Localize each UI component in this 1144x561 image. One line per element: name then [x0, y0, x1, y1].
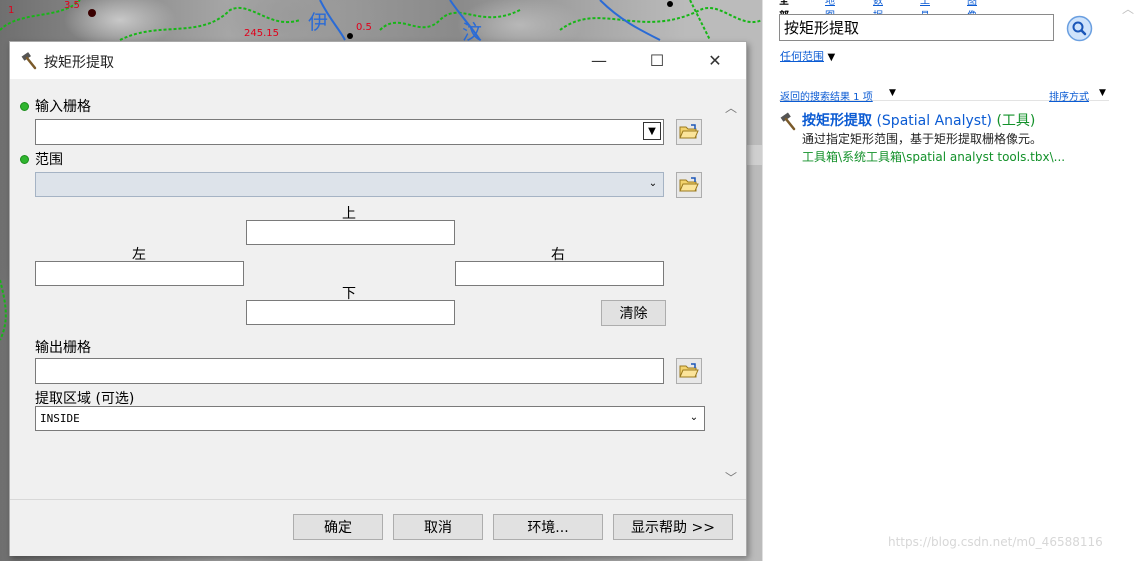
scope-label: 任何范围: [780, 50, 824, 63]
extent-label: 范围: [35, 152, 63, 168]
result-path[interactable]: 工具箱\系统工具箱\spatial analyst tools.tbx\...: [802, 148, 1065, 165]
required-indicator-icon: [20, 102, 29, 111]
extent-field[interactable]: [36, 173, 663, 196]
output-raster-input[interactable]: [35, 358, 664, 384]
extraction-area-label: 提取区域 (可选): [35, 391, 135, 407]
result-kind: (工具): [996, 113, 1036, 129]
output-raster-label: 输出栅格: [35, 340, 91, 356]
pane-divider: [762, 0, 763, 561]
dialog-titlebar[interactable]: 按矩形提取 — ☐ ✕: [10, 42, 746, 79]
chevron-down-icon: ▼: [1099, 88, 1106, 98]
results-count[interactable]: 返回的搜索结果 1 项: [780, 88, 873, 103]
chevron-down-icon: ▼: [889, 88, 896, 98]
browse-extent-button[interactable]: [676, 172, 702, 198]
dialog-title: 按矩形提取: [44, 55, 114, 71]
chevron-down-icon[interactable]: ⌄: [686, 409, 702, 425]
extraction-area-select[interactable]: ⌄: [35, 406, 705, 431]
scroll-up-icon[interactable]: ︿: [724, 99, 738, 115]
chevron-down-icon[interactable]: ▼: [643, 122, 661, 140]
hammer-icon: [778, 112, 798, 132]
map-place-label: 伊: [308, 10, 328, 34]
parameters-panel: 输入栅格 ▼ 范围 ⌄ 上 左 右 下 清除 输出栅格 提取区域 (可选) IN…: [12, 79, 718, 499]
map-label: 245.15: [244, 28, 279, 39]
chevron-down-icon[interactable]: ⌄: [645, 175, 661, 191]
chevron-up-icon[interactable]: ︿: [1118, 0, 1138, 16]
extent-top-input[interactable]: [246, 220, 455, 245]
minimize-button[interactable]: —: [570, 42, 628, 79]
extraction-area-value[interactable]: [36, 407, 704, 430]
search-input[interactable]: [780, 15, 1053, 40]
map-label: 3.5: [64, 0, 80, 11]
cancel-button[interactable]: 取消: [393, 514, 483, 540]
search-icon[interactable]: [1066, 15, 1093, 42]
hammer-icon: [20, 52, 38, 70]
extent-left-field[interactable]: [36, 262, 243, 285]
close-icon: ✕: [708, 51, 722, 70]
watermark-text: https://blog.csdn.net/m0_46588116: [888, 535, 1103, 549]
maximize-button[interactable]: ☐: [628, 42, 686, 79]
search-input-box[interactable]: [779, 14, 1054, 41]
input-raster-combo[interactable]: ▼: [35, 119, 664, 145]
extent-top-field[interactable]: [247, 221, 454, 244]
input-raster-label: 输入栅格: [35, 99, 91, 115]
search-result-item[interactable]: 按矩形提取 (Spatial Analyst) (工具): [802, 110, 1035, 130]
show-help-button[interactable]: 显示帮助 >>: [613, 514, 733, 540]
extract-by-rectangle-dialog: 按矩形提取 — ☐ ✕ 输入栅格 ▼ 范围 ⌄ 上 左 右 下 清除 输出栅格 …: [9, 41, 747, 556]
required-indicator-icon: [20, 155, 29, 164]
browse-output-button[interactable]: [676, 358, 702, 384]
sort-by-link[interactable]: 排序方式: [1049, 88, 1089, 103]
results-header: 返回的搜索结果 1 项 ▼ 排序方式 ▼: [779, 80, 1109, 103]
extent-right-field[interactable]: [456, 262, 663, 285]
extent-bottom-field[interactable]: [247, 301, 454, 324]
clear-extent-button[interactable]: 清除: [601, 300, 666, 326]
scroll-down-icon[interactable]: ﹀: [724, 469, 738, 485]
extent-bottom-input[interactable]: [246, 300, 455, 325]
map-label: 1: [8, 5, 15, 16]
chevron-down-icon: ▼: [827, 52, 836, 63]
open-folder-icon: [679, 124, 699, 139]
dialog-footer: 确定 取消 环境... 显示帮助 >>: [10, 499, 746, 556]
input-raster-field[interactable]: [36, 120, 663, 144]
search-scope-dropdown[interactable]: 任何范围 ▼: [780, 48, 835, 64]
extent-right-input[interactable]: [455, 261, 664, 286]
browse-input-button[interactable]: [676, 119, 702, 145]
ok-button[interactable]: 确定: [293, 514, 383, 540]
vertical-scrollbar[interactable]: ︿ ﹀: [718, 79, 744, 499]
result-name: 按矩形提取: [802, 113, 872, 129]
map-label: 0.5: [356, 22, 372, 33]
environments-button[interactable]: 环境...: [493, 514, 603, 540]
result-toolbox: (Spatial Analyst): [876, 113, 993, 129]
extent-left-input[interactable]: [35, 261, 244, 286]
output-raster-field[interactable]: [36, 359, 663, 383]
open-folder-icon: [679, 363, 699, 378]
close-button[interactable]: ✕: [686, 42, 744, 79]
result-description: 通过指定矩形范围，基于矩形提取栅格像元。: [802, 132, 1043, 146]
minimize-icon: —: [591, 51, 607, 70]
extent-combo[interactable]: ⌄: [35, 172, 664, 197]
maximize-icon: ☐: [649, 51, 665, 70]
open-folder-icon: [679, 177, 699, 192]
